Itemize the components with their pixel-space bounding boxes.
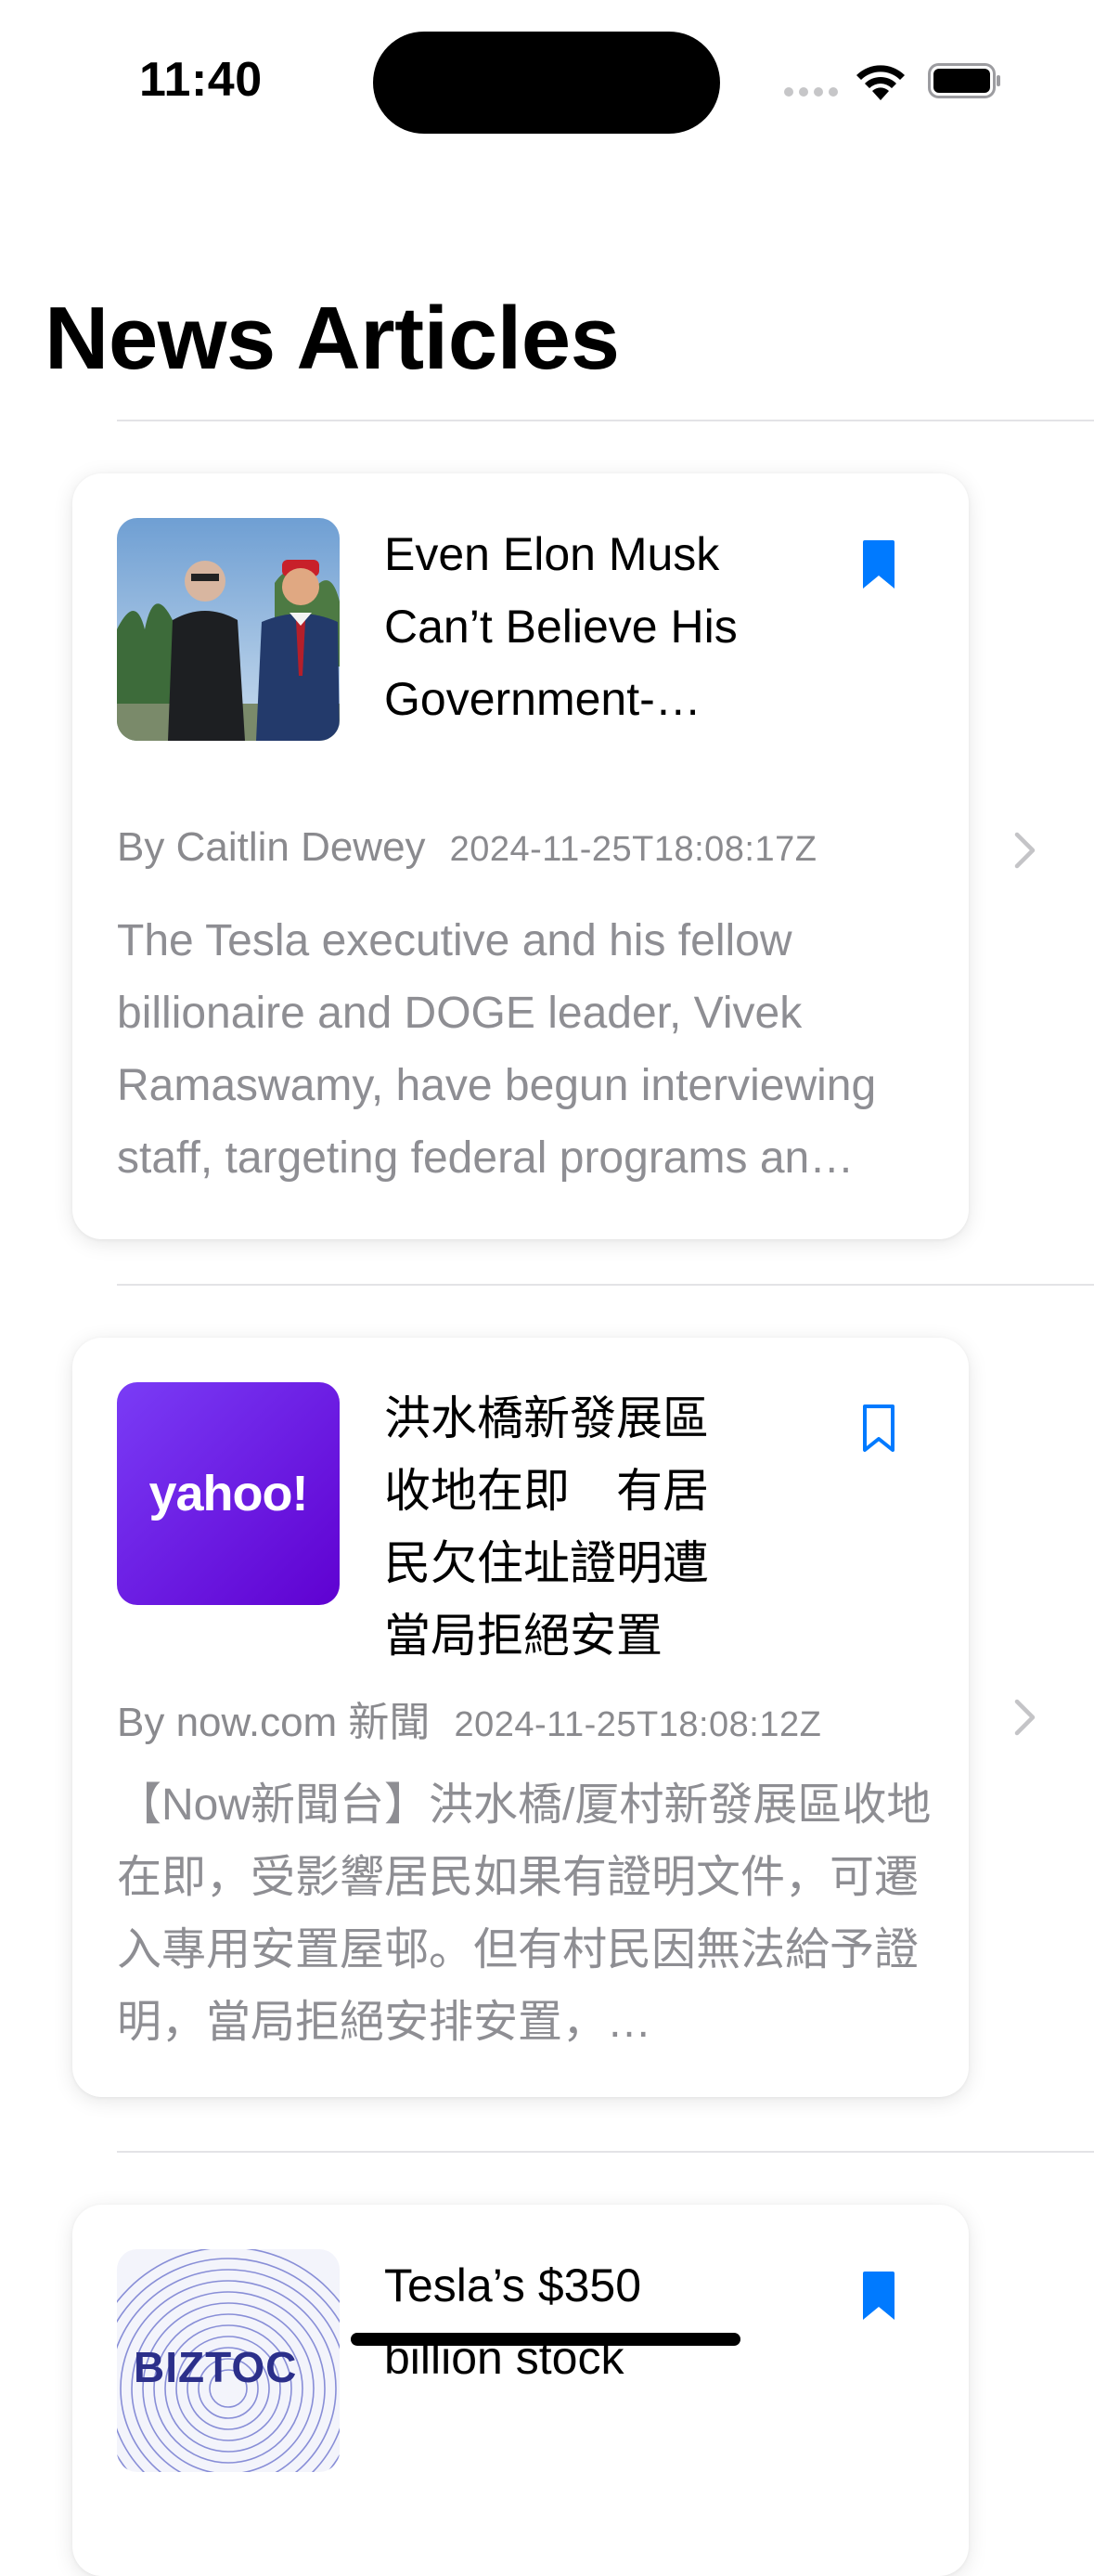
yahoo-logo: yahoo! (117, 1382, 340, 1605)
article-thumbnail: yahoo! (117, 1382, 340, 1605)
article-author: By now.com 新聞 (117, 1700, 431, 1745)
page-title: News Articles (45, 289, 620, 388)
article-byline: By now.com 新聞 2024-11-25T18:08:12Z (117, 1689, 821, 1748)
bookmark-outline-icon[interactable] (861, 1403, 896, 1455)
dynamic-island (373, 32, 720, 134)
home-indicator[interactable] (351, 2333, 740, 2346)
wifi-icon (856, 65, 905, 100)
article-card[interactable]: yahoo! 洪水橋新發展區收地在即 有居民欠住址證明遭當局拒絕安置 By no… (72, 1338, 969, 2097)
article-card[interactable]: Even Elon Musk Can’t Believe His Governm… (72, 473, 969, 1239)
article-card[interactable]: BIZTOC Tesla’s $350 billion stock (72, 2205, 969, 2576)
article-title: Even Elon Musk Can’t Believe His Governm… (384, 528, 738, 725)
article-summary: 【Now新聞台】洪水橋/厦村新發展區收地在即，受影響居民如果有證明文件，可遷入專… (117, 1780, 932, 2047)
article-thumbnail (117, 518, 340, 741)
status-time: 11:40 (139, 53, 263, 107)
bookmark-filled-icon[interactable] (861, 2270, 896, 2322)
battery-icon (928, 63, 1000, 98)
chevron-right-icon[interactable] (1013, 1698, 1037, 1737)
article-byline: By Caitlin Dewey 2024-11-25T18:08:17Z (117, 824, 817, 871)
chevron-right-icon[interactable] (1013, 831, 1037, 870)
biztoc-logo: BIZTOC (134, 2343, 298, 2391)
article-summary: The Tesla executive and his fellow billi… (117, 916, 877, 1183)
bookmark-filled-icon[interactable] (861, 538, 896, 590)
article-thumbnail: BIZTOC (117, 2249, 340, 2472)
article-title: 洪水橋新發展區收地在即 有居民欠住址證明遭當局拒絕安置 (384, 1392, 709, 1662)
list-divider (117, 1284, 1094, 1286)
article-date: 2024-11-25T18:08:17Z (449, 830, 817, 869)
status-bar: 11:40 (0, 0, 1094, 162)
article-date: 2024-11-25T18:08:12Z (454, 1705, 822, 1744)
list-divider (117, 420, 1094, 421)
cellular-signal-icon (784, 87, 838, 100)
list-divider (117, 2151, 1094, 2153)
article-author: By Caitlin Dewey (117, 824, 426, 870)
